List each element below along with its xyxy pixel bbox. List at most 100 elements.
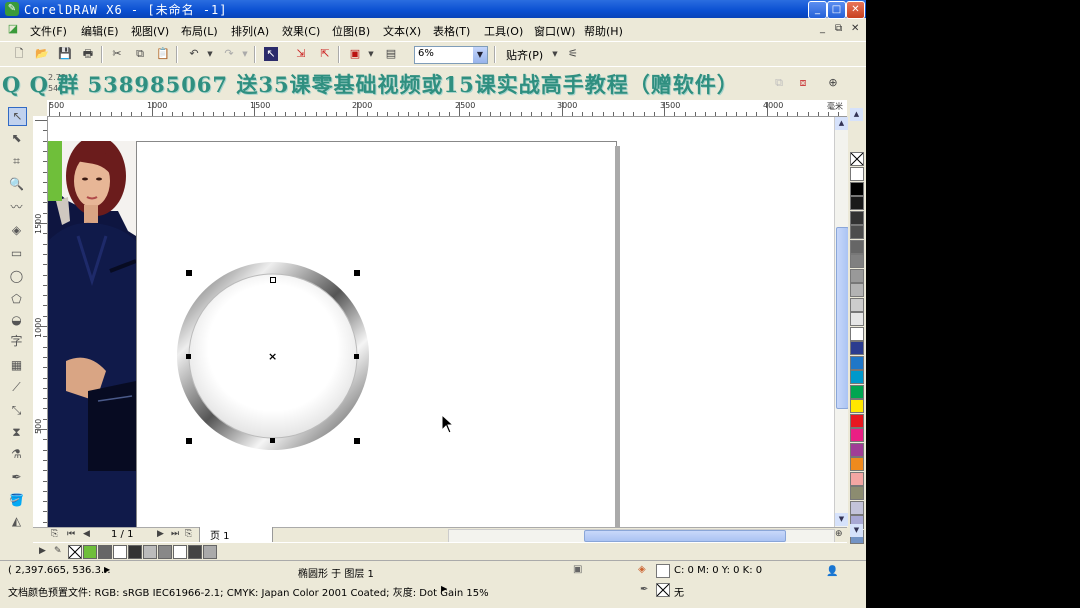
color-profile-expand-icon[interactable]: ▶ — [441, 584, 447, 593]
connector-tool-icon[interactable]: ⤡ — [8, 402, 25, 419]
ellipse-node[interactable] — [270, 277, 276, 283]
palette-color-swatch[interactable] — [850, 486, 864, 500]
text-tool-icon[interactable]: 字 — [8, 333, 25, 350]
vertical-ruler[interactable]: 1500 1000 500 — [33, 116, 48, 528]
palette-color-swatch[interactable] — [850, 428, 864, 442]
save-icon[interactable]: 💾 — [58, 47, 72, 61]
menu-bitmaps[interactable]: 位图(B) — [332, 23, 370, 39]
palette-color-swatch[interactable] — [850, 384, 864, 399]
document-color-swatch[interactable] — [98, 545, 112, 559]
menu-help[interactable]: 帮助(H) — [584, 23, 623, 39]
table-tool-icon[interactable]: ▦ — [8, 357, 25, 374]
palette-color-swatch[interactable] — [850, 210, 864, 225]
palette-color-swatch[interactable] — [850, 268, 864, 283]
palette-color-swatch[interactable] — [850, 457, 864, 471]
mdi-close-button[interactable]: ✕ — [851, 23, 859, 34]
selection-handle-bottom-middle[interactable] — [270, 438, 275, 443]
selected-ring-ellipse[interactable] — [168, 252, 398, 462]
ruler-origin[interactable] — [33, 100, 48, 117]
menu-layout[interactable]: 布局(L) — [181, 23, 218, 39]
import-icon[interactable]: ⇲ — [294, 47, 308, 61]
zoom-tool-icon[interactable]: 🔍 — [8, 176, 25, 193]
redo-icon[interactable]: ↷ — [222, 47, 236, 61]
palette-color-swatch[interactable] — [850, 413, 864, 428]
copy-icon[interactable]: ⧉ — [133, 47, 147, 61]
horizontal-ruler[interactable]: 500 1000 1500 2000 2500 3000 3500 4000 毫… — [47, 100, 847, 117]
eyedropper-tool-icon[interactable]: ⚗ — [8, 446, 25, 463]
menu-effects[interactable]: 效果(C) — [282, 23, 320, 39]
mdi-restore-button[interactable]: ⧉ — [835, 23, 842, 34]
fill-color-swatch[interactable] — [656, 564, 670, 578]
options-icon[interactable]: ⚟ — [566, 47, 580, 61]
redo-dropdown-icon[interactable]: ▼ — [238, 47, 252, 61]
snap-to-button[interactable]: 贴齐(P) — [506, 47, 543, 63]
selection-handle-bottom-right[interactable] — [354, 438, 360, 444]
horizontal-scroll-thumb[interactable] — [584, 530, 786, 542]
add-page-after-icon[interactable]: ⎘ — [185, 529, 192, 539]
undo-icon[interactable]: ↶ — [187, 47, 201, 61]
selection-handle-top-left[interactable] — [186, 270, 192, 276]
palette-color-swatch[interactable] — [850, 283, 864, 297]
document-color-swatch[interactable] — [203, 545, 217, 559]
horizontal-scrollbar[interactable] — [448, 529, 835, 543]
page-tab[interactable]: 页 1 — [199, 527, 273, 543]
palette-color-swatch[interactable] — [850, 341, 864, 355]
convert-to-curves-icon[interactable]: ⊕ — [826, 76, 840, 90]
menu-file[interactable]: 文件(F) — [30, 23, 67, 39]
menu-tools[interactable]: 工具(O) — [484, 23, 523, 39]
outline-tool-icon[interactable]: ✒ — [8, 469, 25, 486]
application-launcher-icon[interactable]: ▣ — [348, 47, 362, 61]
outline-color-swatch[interactable] — [656, 583, 670, 597]
color-profile-info[interactable]: 文档颜色预置文件: RGB: sRGB IEC61966-2.1; CMYK: … — [8, 584, 489, 599]
palette-scroll-up-icon[interactable]: ▲ — [850, 108, 863, 121]
status-expand-icon[interactable]: ▶ — [104, 565, 110, 574]
palette-color-swatch[interactable] — [850, 442, 864, 457]
combine-icon[interactable]: ⧉ — [772, 76, 786, 90]
menu-edit[interactable]: 编辑(E) — [81, 23, 119, 39]
mdi-minimize-button[interactable]: _ — [820, 23, 825, 34]
menu-window[interactable]: 窗口(W) — [534, 23, 575, 39]
welcome-screen-icon[interactable]: ▤ — [384, 47, 398, 61]
basic-shapes-tool-icon[interactable]: ◒ — [8, 312, 25, 329]
document-color-swatch[interactable] — [143, 545, 157, 559]
chevron-down-icon[interactable]: ▼ — [473, 47, 487, 63]
document-color-swatch[interactable] — [113, 545, 127, 559]
selection-handle-middle-left[interactable] — [186, 354, 191, 359]
user-account-icon[interactable]: 👤 — [826, 566, 838, 577]
document-color-swatch[interactable] — [128, 545, 142, 559]
palette-color-swatch[interactable] — [850, 326, 864, 341]
undo-dropdown-icon[interactable]: ▼ — [203, 47, 217, 61]
menu-text[interactable]: 文本(X) — [383, 23, 421, 39]
rectangle-tool-icon[interactable]: ▭ — [8, 245, 25, 262]
menu-table[interactable]: 表格(T) — [433, 23, 470, 39]
selection-handle-top-right[interactable] — [354, 270, 360, 276]
print-icon[interactable]: 🖶 — [81, 47, 95, 61]
next-page-icon[interactable]: ▶ — [157, 529, 164, 539]
palette-color-swatch[interactable] — [850, 167, 864, 181]
previous-page-icon[interactable]: ◀ — [83, 529, 90, 539]
fill-tool-icon[interactable]: 🪣 — [8, 492, 25, 509]
freehand-tool-icon[interactable]: 〰 — [8, 199, 25, 216]
export-icon[interactable]: ⇱ — [318, 47, 332, 61]
pick-tool-icon[interactable]: ↖ — [8, 107, 27, 126]
smart-fill-tool-icon[interactable]: ◈ — [8, 222, 25, 239]
document-color-swatch[interactable] — [83, 545, 97, 559]
paste-icon[interactable]: 📋 — [156, 47, 170, 61]
launcher-dropdown-icon[interactable]: ▼ — [364, 47, 378, 61]
zoom-navigator-icon[interactable]: ⊕ — [835, 529, 843, 539]
palette-color-swatch[interactable] — [850, 239, 864, 254]
eyedropper-icon[interactable]: ✎ — [54, 546, 62, 556]
palette-color-swatch[interactable] — [850, 355, 864, 370]
document-color-swatch[interactable] — [188, 545, 202, 559]
menu-arrange[interactable]: 排列(A) — [231, 23, 269, 39]
drawing-canvas[interactable]: × — [48, 117, 834, 527]
first-page-icon[interactable]: ⏮ — [67, 529, 75, 539]
search-content-icon[interactable]: ↖ — [264, 47, 278, 61]
snap-dropdown-icon[interactable]: ▼ — [548, 47, 562, 61]
palette-color-swatch[interactable] — [850, 254, 864, 268]
zoom-level-select[interactable]: 6% ▼ — [414, 46, 488, 64]
interactive-fill-tool-icon[interactable]: ◭ — [8, 513, 25, 530]
last-page-icon[interactable]: ⏭ — [171, 529, 179, 539]
palette-color-swatch[interactable] — [850, 181, 864, 196]
new-document-icon[interactable]: 🗋 — [12, 47, 26, 61]
